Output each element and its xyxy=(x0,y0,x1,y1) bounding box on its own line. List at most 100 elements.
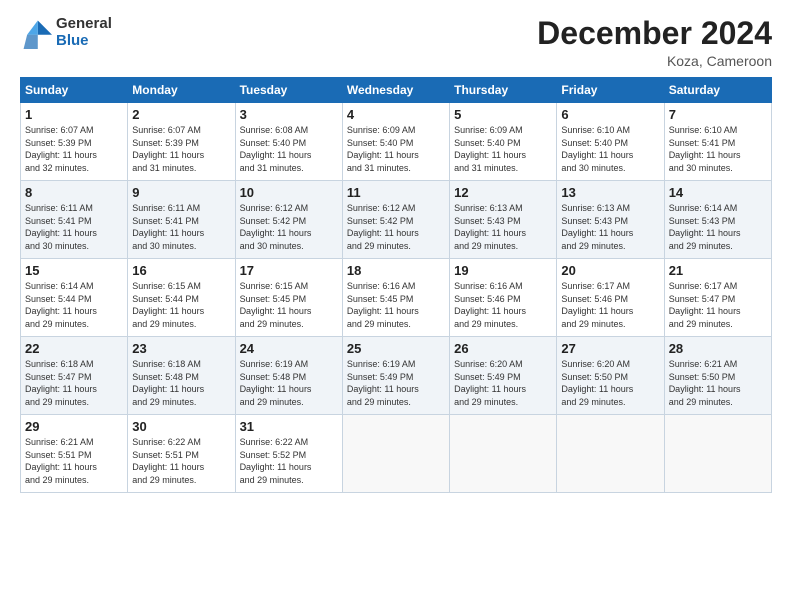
day-info: Sunrise: 6:22 AMSunset: 5:52 PMDaylight:… xyxy=(240,436,338,486)
col-tuesday: Tuesday xyxy=(235,78,342,103)
day-number: 24 xyxy=(240,341,338,356)
calendar-cell: 23Sunrise: 6:18 AMSunset: 5:48 PMDayligh… xyxy=(128,337,235,415)
calendar-cell: 3Sunrise: 6:08 AMSunset: 5:40 PMDaylight… xyxy=(235,103,342,181)
day-info: Sunrise: 6:14 AMSunset: 5:44 PMDaylight:… xyxy=(25,280,123,330)
day-number: 12 xyxy=(454,185,552,200)
calendar-cell: 2 Sunrise: 6:07 AMSunset: 5:39 PMDaylight… xyxy=(128,103,235,181)
calendar-table: Sunday Monday Tuesday Wednesday Thursday… xyxy=(20,77,772,493)
day-info: Sunrise: 6:12 AMSunset: 5:42 PMDaylight:… xyxy=(347,202,445,252)
calendar-week-row: 29 Sunrise: 6:21 AMSunset: 5:51 PMDayligh… xyxy=(21,415,772,493)
logo-icon xyxy=(20,17,52,49)
calendar-cell: 11Sunrise: 6:12 AMSunset: 5:42 PMDayligh… xyxy=(342,181,449,259)
calendar-cell: 30Sunrise: 6:22 AMSunset: 5:51 PMDayligh… xyxy=(128,415,235,493)
day-info: Sunrise: 6:10 AMSunset: 5:41 PMDaylight:… xyxy=(669,124,767,174)
day-info: Sunrise: 6:09 AMSunset: 5:40 PMDaylight:… xyxy=(347,124,445,174)
day-info: Sunrise: 6:12 AMSunset: 5:42 PMDaylight:… xyxy=(240,202,338,252)
col-monday: Monday xyxy=(128,78,235,103)
day-info: Sunrise: 6:13 AMSunset: 5:43 PMDaylight:… xyxy=(454,202,552,252)
calendar-cell: 17Sunrise: 6:15 AMSunset: 5:45 PMDayligh… xyxy=(235,259,342,337)
day-number: 16 xyxy=(132,263,230,278)
day-info: Sunrise: 6:15 AMSunset: 5:45 PMDaylight:… xyxy=(240,280,338,330)
calendar-cell: 5Sunrise: 6:09 AMSunset: 5:40 PMDaylight… xyxy=(450,103,557,181)
col-saturday: Saturday xyxy=(664,78,771,103)
calendar-cell xyxy=(557,415,664,493)
calendar-cell xyxy=(664,415,771,493)
calendar-cell: 27Sunrise: 6:20 AMSunset: 5:50 PMDayligh… xyxy=(557,337,664,415)
logo-general: General xyxy=(56,16,112,33)
day-number: 13 xyxy=(561,185,659,200)
day-info: Sunrise: 6:20 AMSunset: 5:49 PMDaylight:… xyxy=(454,358,552,408)
day-number: 8 xyxy=(25,185,123,200)
day-info: Sunrise: 6:07 AMSunset: 5:39 PMDaylight:… xyxy=(132,124,230,174)
day-info: Sunrise: 6:07 AMSunset: 5:39 PMDaylight:… xyxy=(25,124,123,174)
day-info: Sunrise: 6:18 AMSunset: 5:48 PMDaylight:… xyxy=(132,358,230,408)
calendar-cell: 12 Sunrise: 6:13 AMSunset: 5:43 PMDayligh… xyxy=(450,181,557,259)
day-info: Sunrise: 6:09 AMSunset: 5:40 PMDaylight:… xyxy=(454,124,552,174)
day-info: Sunrise: 6:11 AMSunset: 5:41 PMDaylight:… xyxy=(25,202,123,252)
day-number: 27 xyxy=(561,341,659,356)
calendar-cell: 1Sunrise: 6:07 AMSunset: 5:39 PMDaylight… xyxy=(21,103,128,181)
day-info: Sunrise: 6:21 AMSunset: 5:50 PMDaylight:… xyxy=(669,358,767,408)
month-title: December 2024 xyxy=(537,16,772,51)
day-number: 20 xyxy=(561,263,659,278)
day-number: 30 xyxy=(132,419,230,434)
calendar-cell: 10 Sunrise: 6:12 AMSunset: 5:42 PMDayligh… xyxy=(235,181,342,259)
day-number: 18 xyxy=(347,263,445,278)
calendar-week-row: 8 Sunrise: 6:11 AMSunset: 5:41 PMDaylight… xyxy=(21,181,772,259)
day-number: 15 xyxy=(25,263,123,278)
day-info: Sunrise: 6:13 AMSunset: 5:43 PMDaylight:… xyxy=(561,202,659,252)
day-number: 25 xyxy=(347,341,445,356)
title-area: December 2024 Koza, Cameroon xyxy=(537,16,772,69)
col-thursday: Thursday xyxy=(450,78,557,103)
calendar-cell xyxy=(342,415,449,493)
calendar-cell: 16 Sunrise: 6:15 AMSunset: 5:44 PMDayligh… xyxy=(128,259,235,337)
day-number: 26 xyxy=(454,341,552,356)
day-info: Sunrise: 6:19 AMSunset: 5:48 PMDaylight:… xyxy=(240,358,338,408)
calendar-cell: 13 Sunrise: 6:13 AMSunset: 5:43 PMDayligh… xyxy=(557,181,664,259)
day-number: 19 xyxy=(454,263,552,278)
day-number: 2 xyxy=(132,107,230,122)
day-number: 4 xyxy=(347,107,445,122)
day-info: Sunrise: 6:16 AMSunset: 5:45 PMDaylight:… xyxy=(347,280,445,330)
day-number: 7 xyxy=(669,107,767,122)
day-info: Sunrise: 6:19 AMSunset: 5:49 PMDaylight:… xyxy=(347,358,445,408)
day-info: Sunrise: 6:18 AMSunset: 5:47 PMDaylight:… xyxy=(25,358,123,408)
header-row: Sunday Monday Tuesday Wednesday Thursday… xyxy=(21,78,772,103)
location: Koza, Cameroon xyxy=(537,53,772,69)
calendar-cell: 6 Sunrise: 6:10 AMSunset: 5:40 PMDaylight… xyxy=(557,103,664,181)
calendar-cell: 21Sunrise: 6:17 AMSunset: 5:47 PMDayligh… xyxy=(664,259,771,337)
day-info: Sunrise: 6:11 AMSunset: 5:41 PMDaylight:… xyxy=(132,202,230,252)
day-number: 21 xyxy=(669,263,767,278)
calendar-cell xyxy=(450,415,557,493)
calendar-cell: 8 Sunrise: 6:11 AMSunset: 5:41 PMDaylight… xyxy=(21,181,128,259)
day-info: Sunrise: 6:21 AMSunset: 5:51 PMDaylight:… xyxy=(25,436,123,486)
logo: General Blue xyxy=(20,16,112,49)
calendar-cell: 24 Sunrise: 6:19 AMSunset: 5:48 PMDayligh… xyxy=(235,337,342,415)
col-wednesday: Wednesday xyxy=(342,78,449,103)
calendar-cell: 18 Sunrise: 6:16 AMSunset: 5:45 PMDayligh… xyxy=(342,259,449,337)
calendar-cell: 28 Sunrise: 6:21 AMSunset: 5:50 PMDayligh… xyxy=(664,337,771,415)
day-number: 3 xyxy=(240,107,338,122)
calendar-cell: 14Sunrise: 6:14 AMSunset: 5:43 PMDayligh… xyxy=(664,181,771,259)
col-friday: Friday xyxy=(557,78,664,103)
day-number: 9 xyxy=(132,185,230,200)
day-number: 29 xyxy=(25,419,123,434)
header: General Blue December 2024 Koza, Cameroo… xyxy=(20,16,772,69)
calendar-cell: 29 Sunrise: 6:21 AMSunset: 5:51 PMDayligh… xyxy=(21,415,128,493)
calendar-cell: 26 Sunrise: 6:20 AMSunset: 5:49 PMDayligh… xyxy=(450,337,557,415)
day-number: 10 xyxy=(240,185,338,200)
day-number: 28 xyxy=(669,341,767,356)
day-info: Sunrise: 6:17 AMSunset: 5:46 PMDaylight:… xyxy=(561,280,659,330)
logo-blue: Blue xyxy=(56,33,112,50)
calendar-cell: 25 Sunrise: 6:19 AMSunset: 5:49 PMDayligh… xyxy=(342,337,449,415)
calendar-cell: 19Sunrise: 6:16 AMSunset: 5:46 PMDayligh… xyxy=(450,259,557,337)
calendar-cell: 9 Sunrise: 6:11 AMSunset: 5:41 PMDaylight… xyxy=(128,181,235,259)
day-number: 6 xyxy=(561,107,659,122)
day-info: Sunrise: 6:15 AMSunset: 5:44 PMDaylight:… xyxy=(132,280,230,330)
calendar-week-row: 22Sunrise: 6:18 AMSunset: 5:47 PMDayligh… xyxy=(21,337,772,415)
calendar-cell: 15 Sunrise: 6:14 AMSunset: 5:44 PMDayligh… xyxy=(21,259,128,337)
day-number: 31 xyxy=(240,419,338,434)
day-info: Sunrise: 6:10 AMSunset: 5:40 PMDaylight:… xyxy=(561,124,659,174)
calendar-cell: 31 Sunrise: 6:22 AMSunset: 5:52 PMDayligh… xyxy=(235,415,342,493)
calendar-cell: 20 Sunrise: 6:17 AMSunset: 5:46 PMDayligh… xyxy=(557,259,664,337)
